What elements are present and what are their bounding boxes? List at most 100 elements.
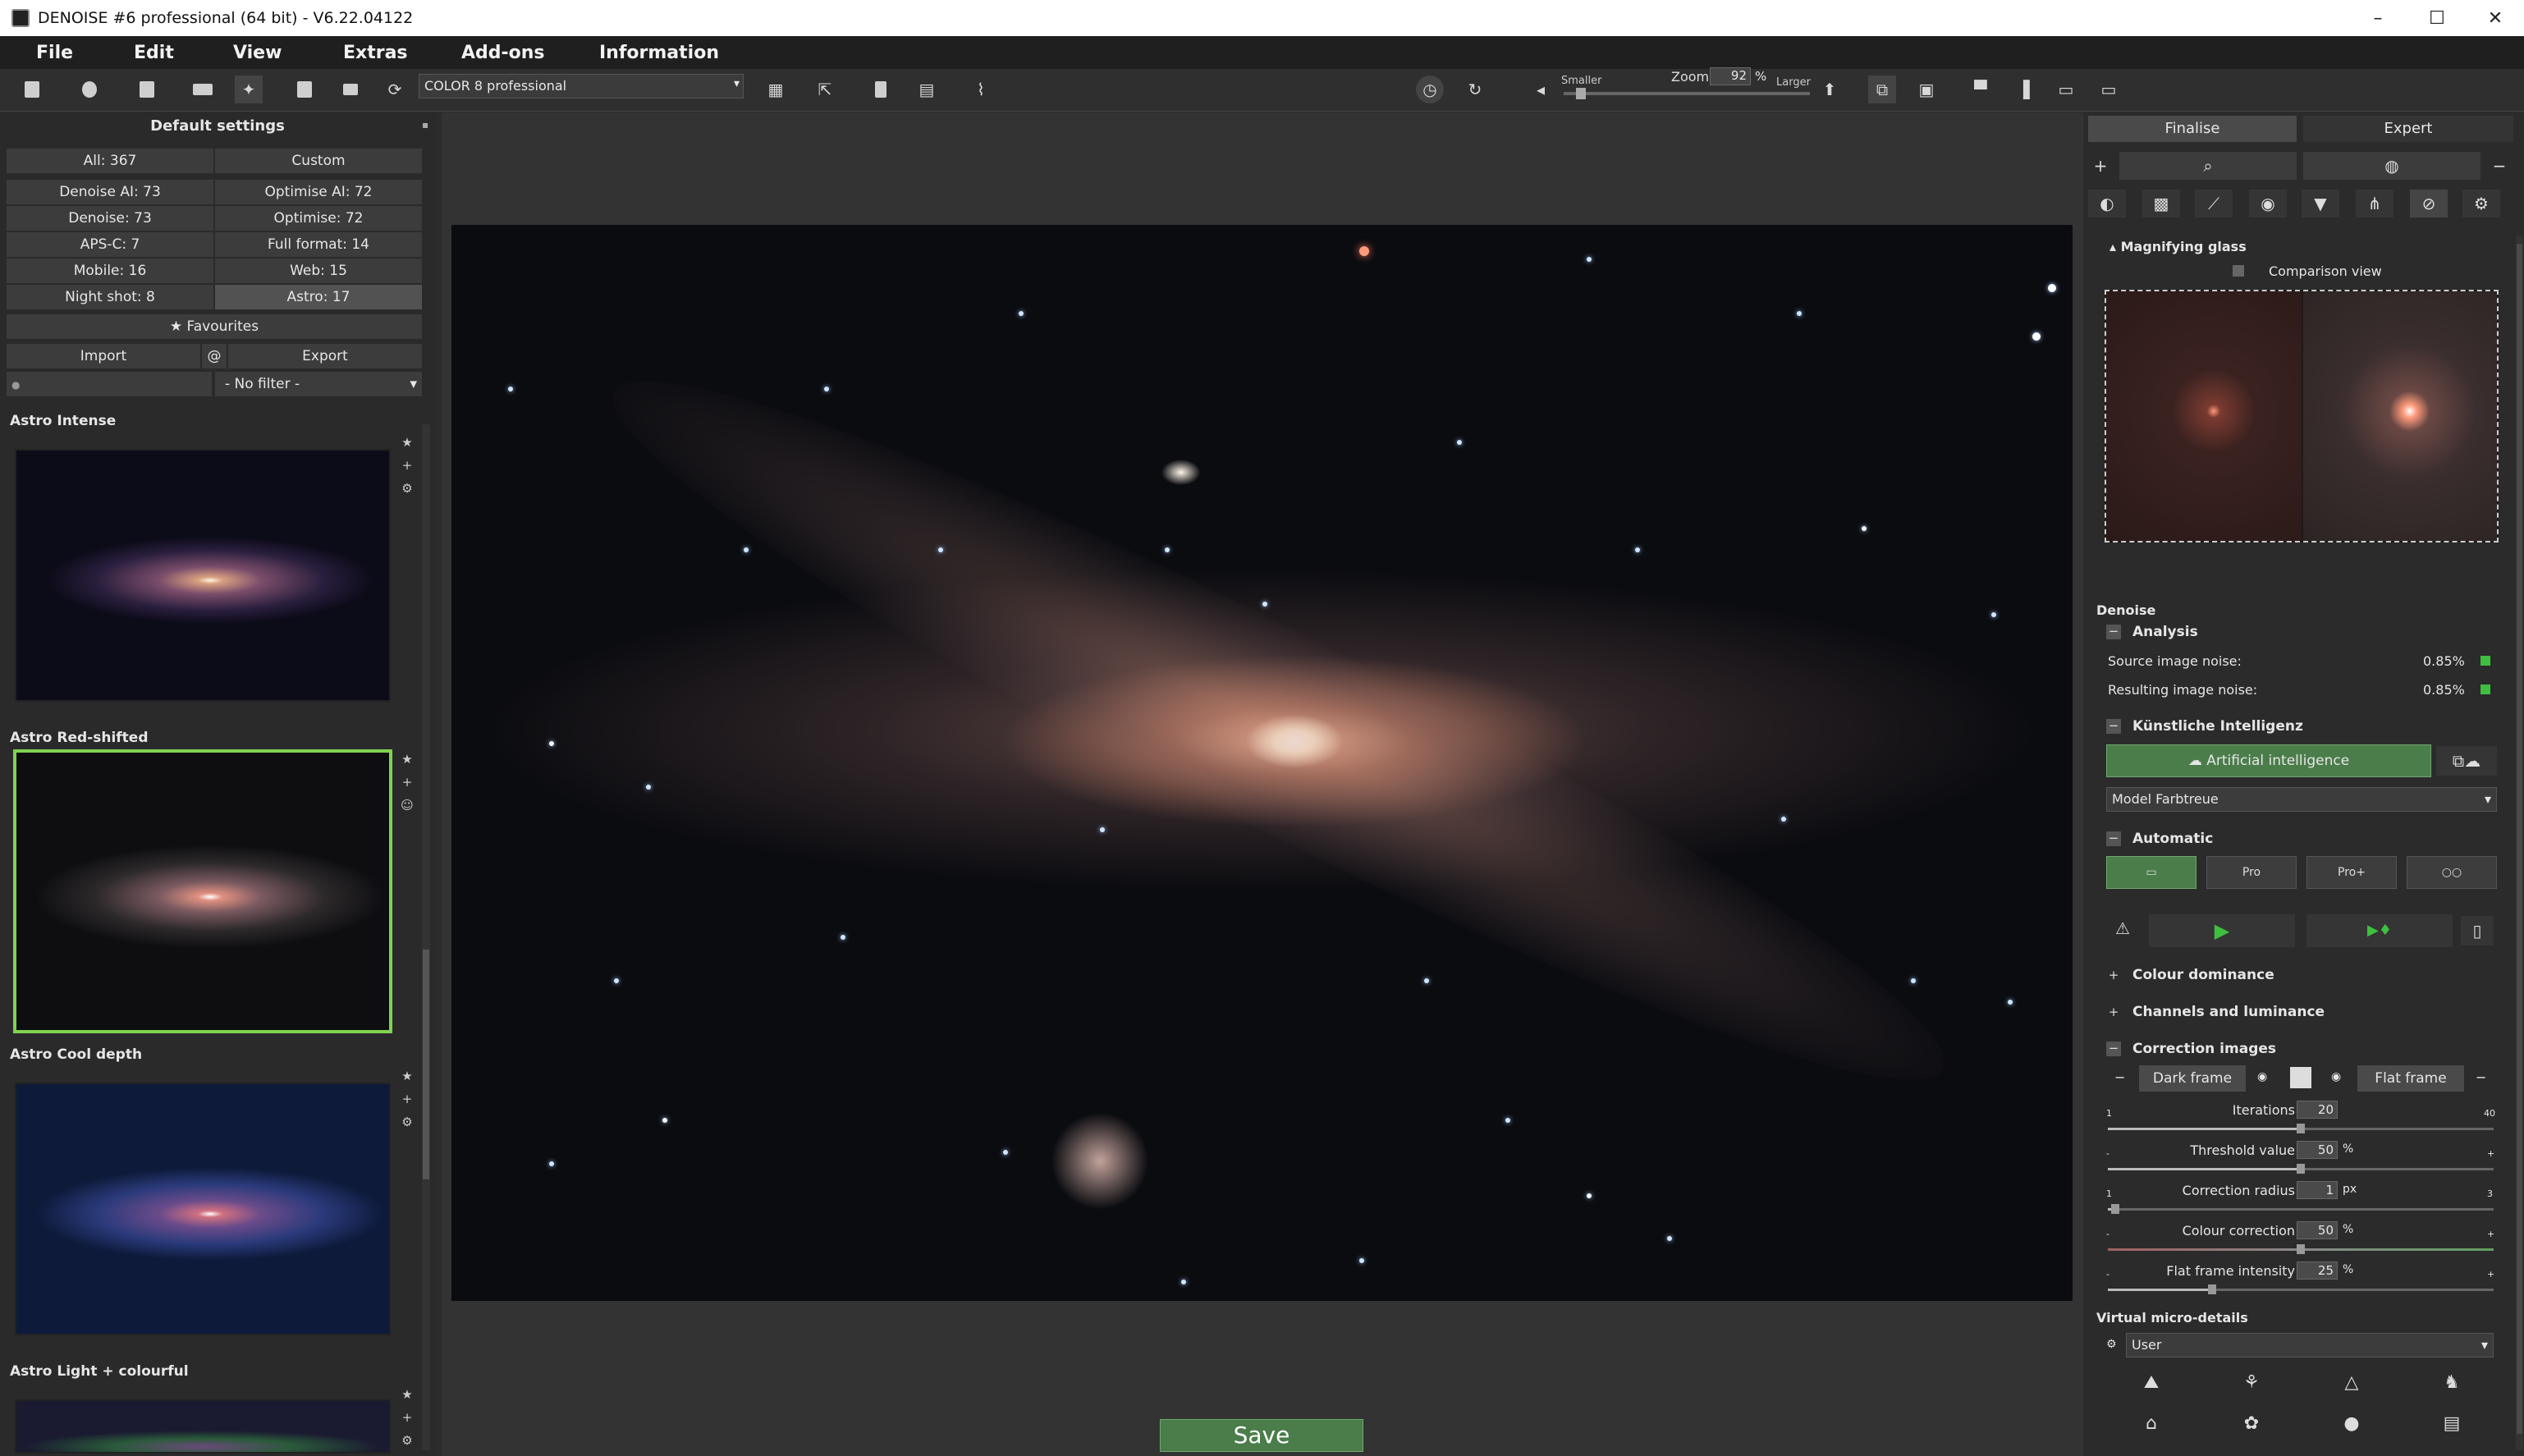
run-ai-button[interactable]: ▶♦ — [2306, 914, 2453, 947]
flat-frame-eye-icon[interactable]: ◉ — [2331, 1070, 2341, 1083]
magnifier-preview[interactable] — [2105, 290, 2499, 543]
info-icon[interactable]: ▯ — [2461, 916, 2494, 945]
film-icon[interactable]: ▤ — [913, 76, 941, 103]
prism-icon[interactable]: ▼ — [2302, 190, 2339, 217]
menu-edit[interactable]: Edit — [134, 43, 174, 63]
settings-gear-icon[interactable]: ⚙ — [2462, 190, 2500, 217]
favourites-button[interactable]: ★ Favourites — [7, 314, 422, 339]
threshold-slider[interactable] — [2108, 1164, 2494, 1174]
landscape-icon[interactable]: ⛰ — [2106, 1366, 2196, 1399]
building-icon[interactable]: ⌂ — [2106, 1407, 2196, 1440]
redo-icon[interactable]: ↻ — [1461, 76, 1489, 103]
presets-scrollbar[interactable] — [422, 424, 430, 1450]
ai-compare-icon[interactable]: ⧉☁ — [2436, 746, 2497, 776]
search-icon[interactable]: ⌕ — [2119, 152, 2297, 180]
preset-thumbnail-astro-intense[interactable] — [15, 449, 391, 702]
flat-frame-remove-icon[interactable]: − — [2476, 1069, 2486, 1085]
close-button[interactable]: ✕ — [2467, 0, 2524, 36]
undo-history-icon[interactable]: ◷ — [1416, 76, 1444, 103]
expand-channels-icon[interactable]: + — [2106, 1005, 2121, 1020]
preset-actions[interactable]: ★ + ⚙ — [401, 1383, 414, 1452]
mountain-icon[interactable]: △ — [2306, 1366, 2397, 1399]
add-icon[interactable]: + — [2088, 152, 2113, 180]
save-icon[interactable] — [291, 76, 318, 103]
animal-icon[interactable]: ♞ — [2407, 1366, 2497, 1399]
search-input[interactable]: ● — [7, 372, 212, 396]
iterations-slider[interactable] — [2108, 1124, 2494, 1133]
filter-select[interactable]: - No filter - ▾ — [215, 372, 422, 396]
network-icon[interactable]: ⋔ — [2356, 190, 2393, 217]
save-button[interactable]: Save — [1160, 1419, 1363, 1452]
menu-information[interactable]: Information — [599, 43, 719, 63]
curve-icon[interactable]: ⌇ — [967, 76, 995, 103]
zoom-out-icon[interactable]: ◂ — [1527, 76, 1555, 103]
maximize-button[interactable]: ☐ — [2408, 0, 2466, 36]
menu-file[interactable]: File — [36, 43, 73, 63]
filter-optimise[interactable]: Optimise: 72 — [215, 206, 422, 231]
print-icon[interactable] — [337, 76, 364, 103]
menu-extras[interactable]: Extras — [343, 43, 408, 63]
filter-night-shot[interactable]: Night shot: 8 — [7, 285, 213, 309]
layout-top-icon[interactable]: ▀ — [1967, 76, 1995, 103]
zoom-input[interactable]: 92 — [1710, 67, 1751, 85]
collapse-analysis-icon[interactable]: − — [2106, 625, 2121, 639]
flat-frame-button[interactable]: Flat frame — [2357, 1065, 2464, 1092]
profile-select[interactable]: COLOR 8 professional ▾ — [419, 74, 744, 98]
zoom-slider-handle[interactable] — [1576, 88, 1586, 99]
frame-swap-icon[interactable] — [2290, 1067, 2311, 1088]
filter-astro[interactable]: Astro: 17 — [215, 285, 422, 309]
flat-frame-intensity-slider[interactable] — [2108, 1284, 2494, 1294]
vmd-select[interactable]: User ▾ — [2126, 1333, 2494, 1358]
colour-correction-slider[interactable] — [2108, 1244, 2494, 1254]
zoom-slider[interactable] — [1564, 92, 1810, 95]
filter-aps-c[interactable]: APS-C: 7 — [7, 232, 213, 257]
correction-radius-slider[interactable] — [2108, 1204, 2494, 1214]
filter-denoise-ai[interactable]: Denoise AI: 73 — [7, 180, 213, 204]
export-button[interactable]: Export — [228, 344, 422, 369]
vmd-settings-icon[interactable]: ⚙ — [2106, 1338, 2117, 1351]
email-button[interactable]: @ — [202, 344, 227, 369]
zoom-in-icon[interactable]: ⬆ — [1816, 76, 1844, 103]
filter-web[interactable]: Web: 15 — [215, 259, 422, 283]
minimize-button[interactable]: – — [2349, 0, 2407, 36]
preset-actions[interactable]: ★ + ⚙ — [401, 1065, 414, 1133]
threshold-input[interactable]: 50 — [2297, 1141, 2338, 1159]
ai-button[interactable]: ☁ Artificial intelligence — [2106, 744, 2431, 777]
open-icon[interactable] — [76, 76, 103, 103]
globe-icon[interactable]: ◍ — [2303, 152, 2480, 180]
colour-dominance-title[interactable]: Colour dominance — [2132, 967, 2274, 983]
menu-view[interactable]: View — [233, 43, 282, 63]
warning-icon[interactable]: ⚠ — [2106, 914, 2139, 942]
dark-frame-remove-icon[interactable]: − — [2114, 1069, 2125, 1085]
preset-actions[interactable]: ★ + ⚙ — [401, 431, 414, 500]
flower-icon[interactable]: ✿ — [2206, 1407, 2297, 1440]
filter-denoise[interactable]: Denoise: 73 — [7, 206, 213, 231]
mode-pro-plus-button[interactable]: Pro+ — [2306, 856, 2397, 889]
layout-side-icon[interactable]: ▐ — [2009, 76, 2037, 103]
flat-frame-intensity-input[interactable]: 25 — [2297, 1261, 2338, 1280]
monitor-icon[interactable]: ▭ — [2052, 76, 2080, 103]
filter-all[interactable]: All: 367 — [7, 149, 213, 173]
preset-thumbnail-astro-cool-depth[interactable] — [15, 1083, 391, 1335]
correction-radius-input[interactable]: 1 — [2297, 1181, 2338, 1199]
image-icon[interactable]: ▩ — [2142, 190, 2180, 217]
tab-expert[interactable]: Expert — [2303, 116, 2513, 142]
main-image[interactable] — [451, 225, 2073, 1301]
menu-addons[interactable]: Add-ons — [461, 43, 545, 63]
fit-icon[interactable]: ▣ — [1912, 76, 1940, 103]
iterations-input[interactable]: 20 — [2297, 1101, 2338, 1119]
preset-thumbnail-astro-red-shifted[interactable] — [13, 749, 392, 1033]
mode-pro-button[interactable]: Pro — [2206, 856, 2297, 889]
collapse-correction-icon[interactable]: − — [2106, 1042, 2121, 1056]
document-icon[interactable] — [867, 76, 895, 103]
remove-icon[interactable]: − — [2487, 152, 2512, 180]
tab-finalise[interactable]: Finalise — [2088, 116, 2297, 142]
monitor-alt-icon[interactable]: ▭ — [2095, 76, 2123, 103]
color-wheel-icon[interactable]: ◉ — [2249, 190, 2287, 217]
filter-custom[interactable]: Custom — [215, 149, 422, 173]
collapse-automatic-icon[interactable]: − — [2106, 831, 2121, 846]
filter-mobile[interactable]: Mobile: 16 — [7, 259, 213, 283]
split-view-icon[interactable]: ▦ — [762, 76, 790, 103]
refresh-icon[interactable]: ⟳ — [381, 76, 409, 103]
crop-icon[interactable]: ⧉ — [1868, 76, 1896, 103]
